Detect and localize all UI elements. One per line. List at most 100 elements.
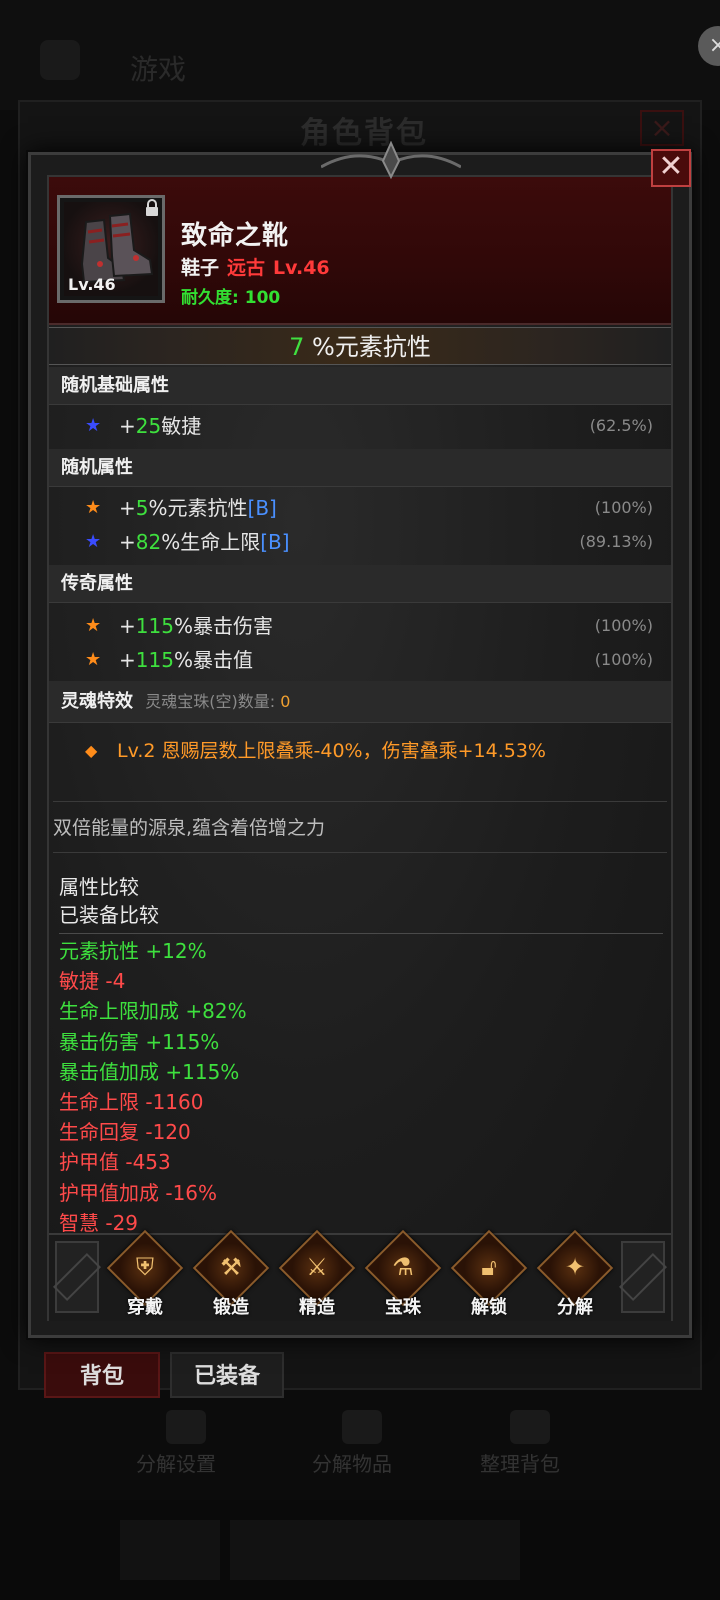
attribute-row: ★ +82%生命上限[B] (89.13%) — [49, 525, 671, 559]
forge-label: 锻造 — [213, 1297, 249, 1318]
item-name: 致命之靴 — [181, 221, 290, 251]
bottom-nav-slot — [120, 1520, 220, 1580]
attribute-tag: [B] — [260, 530, 290, 554]
background-panel-close-icon: × — [640, 110, 684, 146]
attribute-name: 敏捷 — [161, 414, 202, 438]
item-header: Lv.46 致命之靴 鞋子 远古 Lv.46 耐久度: 100 — [49, 177, 671, 325]
attribute-value: 82 — [135, 530, 162, 554]
ornament-left-icon — [55, 1241, 99, 1313]
section-soul-title: 灵魂特效 灵魂宝珠(空)数量: 0 — [49, 681, 671, 723]
decompose-items-icon — [342, 1410, 382, 1444]
durability-label: 耐久度: — [181, 288, 239, 308]
bottom-nav-slot — [230, 1520, 330, 1580]
comparison-line: 元素抗性 +12% — [59, 939, 207, 963]
decompose-label: 分解 — [557, 1297, 593, 1318]
decompose-settings-icon — [166, 1410, 206, 1444]
comparison-divider — [59, 933, 663, 934]
sort-bag-icon — [510, 1410, 550, 1444]
item-quality: 远古 — [227, 257, 266, 279]
unlock-button[interactable]: 🔓︎ 解锁 — [449, 1229, 529, 1321]
ornament-top-icon — [321, 141, 461, 180]
attribute-prefix: + — [119, 496, 136, 520]
background-app-icon — [40, 40, 80, 80]
attribute-name: %暴击伤害 — [173, 614, 273, 638]
main-stat-label: %元素抗性 — [312, 333, 431, 361]
close-button[interactable]: ✕ — [651, 149, 691, 187]
decompose-items-button[interactable]: 分解物品 — [312, 1410, 392, 1477]
star-icon: ★ — [85, 615, 102, 636]
attribute-prefix: + — [119, 614, 136, 638]
attribute-text: +25敏捷 — [119, 409, 201, 443]
potion-icon: ⚗ — [392, 1253, 414, 1281]
attribute-roll-percent: (100%) — [594, 498, 653, 517]
decompose-settings-label: 分解设置 — [136, 1452, 216, 1476]
lock-icon[interactable] — [144, 199, 160, 221]
item-action-bar: ⛨ 穿戴 ⚒ 锻造 ⚔ 精造 ⚗ 宝珠 🔓︎ 解锁 ✦ 分解 — [49, 1229, 671, 1321]
tab-equipped[interactable]: 已装备 — [170, 1352, 284, 1398]
background-actions: 分解设置 分解物品 整理背包 — [0, 1408, 720, 1488]
sort-bag-button[interactable]: 整理背包 — [480, 1410, 560, 1477]
decompose-settings-button[interactable]: 分解设置 — [136, 1410, 216, 1477]
attribute-row: ★ +115%暴击伤害 (100%) — [49, 609, 671, 643]
background-topbar: 游戏 — [0, 0, 720, 110]
comparison-line: 敏捷 -4 — [59, 969, 126, 994]
section-random-base-title: 随机基础属性 — [49, 367, 671, 405]
bottom-nav-slot — [420, 1520, 520, 1580]
comparison-line: 暴击伤害 +115% — [59, 1029, 220, 1054]
attribute-text: +115%暴击值 — [119, 643, 253, 677]
attribute-text: +5%元素抗性[B] — [119, 491, 277, 525]
soul-effect-text: Lv.2 恩赐层数上限叠乘-40%，伤害叠乘+14.53% — [117, 740, 546, 762]
anvil-icon: ⚒ — [220, 1253, 242, 1281]
item-icon-frame[interactable]: Lv.46 — [57, 195, 165, 303]
decompose-items-label: 分解物品 — [312, 1452, 392, 1476]
star-icon: ★ — [85, 497, 102, 518]
diamond-icon: ◆ — [85, 741, 98, 760]
star-icon: ★ — [85, 531, 102, 552]
comparison-line: 护甲值 -453 — [59, 1150, 171, 1175]
attribute-name: %元素抗性 — [148, 496, 248, 520]
main-stat: 7 %元素抗性 — [49, 327, 671, 365]
attribute-name: %暴击值 — [173, 648, 253, 672]
section-random-title: 随机属性 — [49, 449, 671, 487]
attribute-roll-percent: (100%) — [594, 616, 653, 635]
hammer-icon: ⚔ — [306, 1253, 328, 1281]
forge-button[interactable]: ⚒ 锻造 — [191, 1229, 271, 1321]
attribute-value: 115 — [135, 648, 174, 672]
comparison-line: 生命上限 -1160 — [59, 1090, 204, 1115]
armor-icon: ⛨ — [136, 1253, 154, 1281]
attribute-text: +115%暴击伤害 — [119, 609, 273, 643]
attribute-prefix: + — [119, 530, 136, 554]
attribute-value: 115 — [135, 614, 174, 638]
star-icon: ★ — [85, 415, 102, 436]
attribute-text: +82%生命上限[B] — [119, 525, 290, 559]
equip-label: 穿戴 — [127, 1297, 163, 1318]
attribute-prefix: + — [119, 414, 136, 438]
unlock-label: 解锁 — [471, 1297, 507, 1318]
comparison-line: 生命回复 -120 — [59, 1120, 191, 1145]
bottom-nav-slot — [320, 1520, 420, 1580]
orb-button[interactable]: ⚗ 宝珠 — [363, 1229, 443, 1321]
decompose-button[interactable]: ✦ 分解 — [535, 1229, 615, 1321]
background-bottom-nav — [0, 1500, 720, 1600]
comparison-subtitle: 已装备比较 — [59, 903, 159, 927]
attribute-roll-percent: (100%) — [594, 650, 653, 669]
soul-orb-count-label: 灵魂宝珠(空)数量: — [145, 692, 276, 711]
refine-button[interactable]: ⚔ 精造 — [277, 1229, 357, 1321]
star-icon: ★ — [85, 649, 102, 670]
attribute-row: ★ +5%元素抗性[B] (100%) — [49, 491, 671, 525]
attribute-roll-percent: (62.5%) — [589, 416, 653, 435]
equip-button[interactable]: ⛨ 穿戴 — [105, 1229, 185, 1321]
comparison-line: 生命上限加成 +82% — [59, 999, 247, 1024]
attribute-value: 5 — [135, 496, 149, 520]
item-required-level: Lv.46 — [273, 257, 330, 279]
refine-label: 精造 — [299, 1297, 335, 1318]
item-durability: 耐久度: 100 — [181, 283, 280, 308]
item-level-badge: Lv.46 — [68, 275, 116, 294]
item-flavor-text: 双倍能量的源泉,蕴含着倍增之力 — [53, 801, 667, 853]
main-stat-value: 7 — [289, 333, 305, 361]
attribute-prefix: + — [119, 648, 136, 672]
item-detail-modal: Lv.46 致命之靴 鞋子 远古 Lv.46 耐久度: 100 7 %元素抗性 随机… — [28, 141, 692, 1338]
tab-bag[interactable]: 背包 — [44, 1352, 160, 1398]
attribute-name: %生命上限 — [161, 530, 261, 554]
attribute-comparison: 属性比较 已装备比较 元素抗性 +12% 敏捷 -4 生命上限加成 +82% 暴… — [59, 873, 663, 1238]
